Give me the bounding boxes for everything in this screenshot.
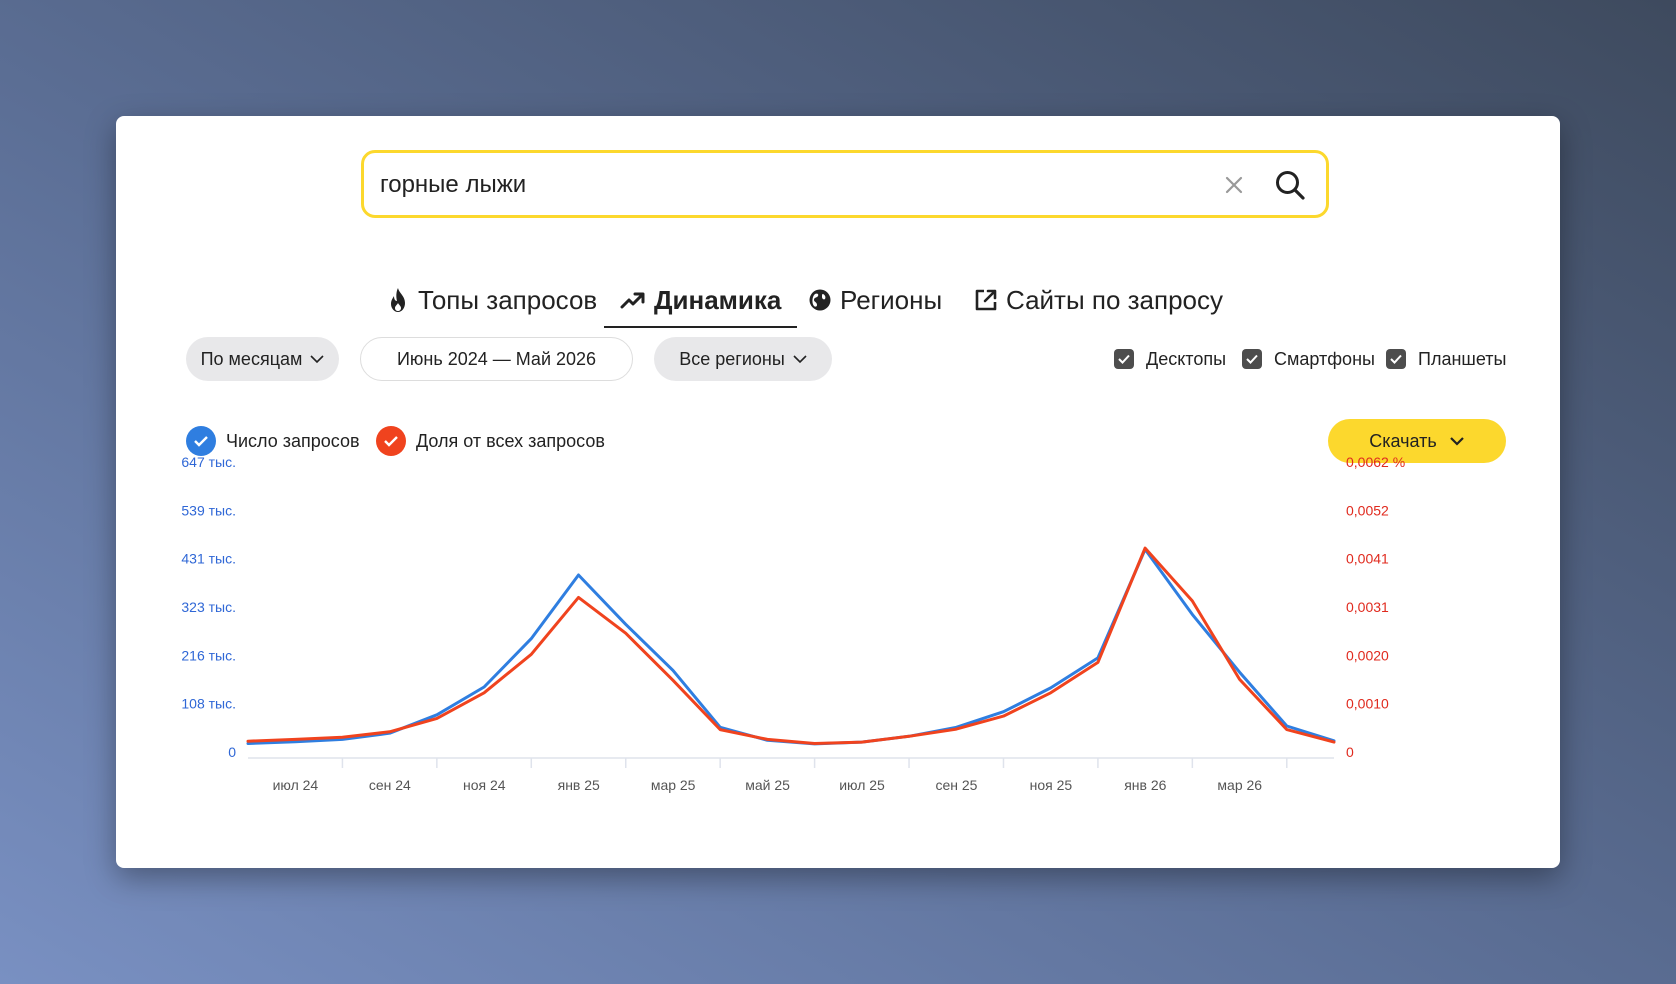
y-left-tick-label: 216 тыс. (181, 647, 236, 663)
y-right-tick-label: 0,0041 (1346, 551, 1389, 567)
x-tick-label: мар 26 (1217, 777, 1262, 793)
x-tick-label: ноя 24 (463, 777, 506, 793)
y-right-tick-label: 0,0062 % (1346, 454, 1405, 470)
dynamics-chart: 0 108 тыс. 216 тыс. 323 тыс. 431 тыс. 539 тыс… (181, 454, 1405, 793)
x-tick-label: май 25 (745, 777, 790, 793)
app-card: горные лыжи Топы запросов Динамика Регио… (116, 116, 1560, 868)
x-tick-label: янв 26 (1124, 777, 1166, 793)
x-tick-label: мар 25 (651, 777, 696, 793)
x-tick-label: янв 25 (558, 777, 600, 793)
x-tick-label: июл 25 (839, 777, 885, 793)
x-tick-label: сен 24 (369, 777, 411, 793)
y-right-tick-label: 0,0020 (1346, 647, 1389, 663)
y-left-tick-label: 0 (228, 744, 236, 760)
y-right-tick-label: 0,0031 (1346, 599, 1389, 615)
y-left-tick-label: 108 тыс. (181, 696, 236, 712)
y-right-tick-label: 0 (1346, 744, 1354, 760)
y-left-tick-label: 647 тыс. (181, 454, 236, 470)
y-right-tick-label: 0,0010 (1346, 696, 1389, 712)
x-tick-label: сен 25 (935, 777, 977, 793)
series-line-share (246, 546, 1336, 745)
x-tick-label: ноя 25 (1030, 777, 1073, 793)
y-left-tick-label: 431 тыс. (181, 551, 236, 567)
y-left-tick-label: 539 тыс. (181, 502, 236, 518)
y-right-tick-label: 0,0052 (1346, 502, 1389, 518)
y-left-tick-label: 323 тыс. (181, 599, 236, 615)
x-tick-label: июл 24 (273, 777, 319, 793)
